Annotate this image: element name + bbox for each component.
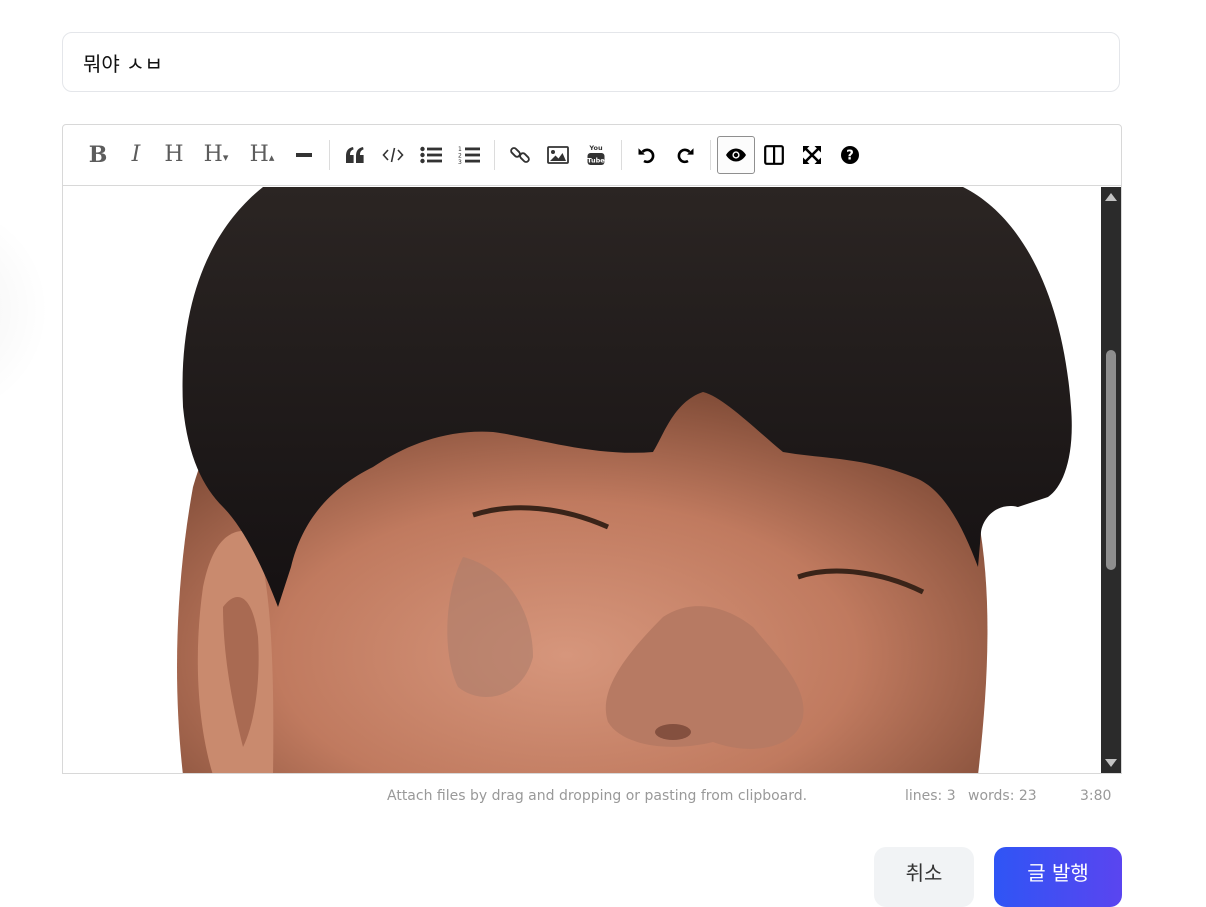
editor-statusbar: Attach files by drag and dropping or pas… — [62, 788, 1122, 808]
toolbar-separator — [621, 140, 622, 170]
fullscreen-button[interactable] — [793, 136, 831, 174]
editor-toolbar: B I H H▾ H▴ 1 2 3 You Tube ? — [63, 125, 1121, 186]
undo-button[interactable] — [628, 136, 666, 174]
publish-button[interactable]: 글 발행 — [994, 847, 1122, 907]
horizontal-rule-icon — [296, 153, 312, 157]
heading-bigger-icon: H▴ — [249, 142, 275, 167]
attach-hint: Attach files by drag and dropping or pas… — [387, 788, 808, 804]
columns-icon — [764, 145, 784, 165]
image-button[interactable] — [539, 136, 577, 174]
svg-text:3: 3 — [458, 159, 462, 165]
link-button[interactable] — [501, 136, 539, 174]
bold-icon: B — [88, 142, 108, 168]
heading-button[interactable]: H — [155, 136, 193, 174]
youtube-icon: You Tube — [587, 144, 605, 165]
editor-scrollbar[interactable] — [1101, 187, 1121, 773]
heading-smaller-button[interactable]: H▾ — [193, 136, 239, 174]
ordered-list-button[interactable]: 1 2 3 — [450, 136, 488, 174]
redo-button[interactable] — [666, 136, 704, 174]
quote-button[interactable] — [336, 136, 374, 174]
side-by-side-button[interactable] — [755, 136, 793, 174]
italic-icon: I — [131, 142, 141, 167]
scroll-down-arrow-icon[interactable] — [1105, 759, 1117, 767]
editor-preview-area[interactable] — [63, 187, 1101, 773]
code-icon — [382, 147, 404, 163]
redo-icon — [677, 148, 694, 164]
help-icon: ? — [841, 146, 859, 164]
svg-text:Tube: Tube — [587, 157, 605, 165]
ordered-list-icon: 1 2 3 — [458, 146, 480, 165]
line-count: lines: 3 — [905, 788, 956, 804]
scroll-up-arrow-icon[interactable] — [1105, 193, 1117, 201]
markdown-editor: B I H H▾ H▴ 1 2 3 You Tube ? — [62, 124, 1122, 774]
cursor-position: 3:80 — [1080, 788, 1112, 804]
code-button[interactable] — [374, 136, 412, 174]
preview-photo — [63, 187, 1101, 773]
cancel-button[interactable]: 취소 — [874, 847, 974, 907]
image-icon — [547, 146, 569, 164]
italic-button[interactable]: I — [117, 136, 155, 174]
heading-smaller-icon: H▾ — [203, 142, 229, 167]
svg-text:You: You — [588, 144, 603, 152]
svg-text:?: ? — [846, 149, 854, 164]
bold-button[interactable]: B — [79, 136, 117, 174]
fullscreen-icon — [803, 146, 821, 164]
unordered-list-icon — [420, 146, 442, 164]
link-icon — [510, 147, 530, 163]
toolbar-separator — [710, 140, 711, 170]
word-count: words: 23 — [968, 788, 1037, 804]
scroll-thumb[interactable] — [1106, 350, 1116, 570]
preview-button[interactable] — [717, 136, 755, 174]
background-shadow — [0, 200, 50, 420]
heading-bigger-button[interactable]: H▴ — [239, 136, 285, 174]
heading-icon: H — [164, 142, 184, 167]
toolbar-separator — [329, 140, 330, 170]
post-title-input[interactable] — [62, 32, 1120, 92]
guide-button[interactable]: ? — [831, 136, 869, 174]
undo-icon — [638, 148, 655, 164]
youtube-button[interactable]: You Tube — [577, 136, 615, 174]
unordered-list-button[interactable] — [412, 136, 450, 174]
toolbar-separator — [494, 140, 495, 170]
eye-icon — [726, 148, 746, 162]
quote-icon — [346, 147, 364, 163]
horizontal-rule-button[interactable] — [285, 136, 323, 174]
